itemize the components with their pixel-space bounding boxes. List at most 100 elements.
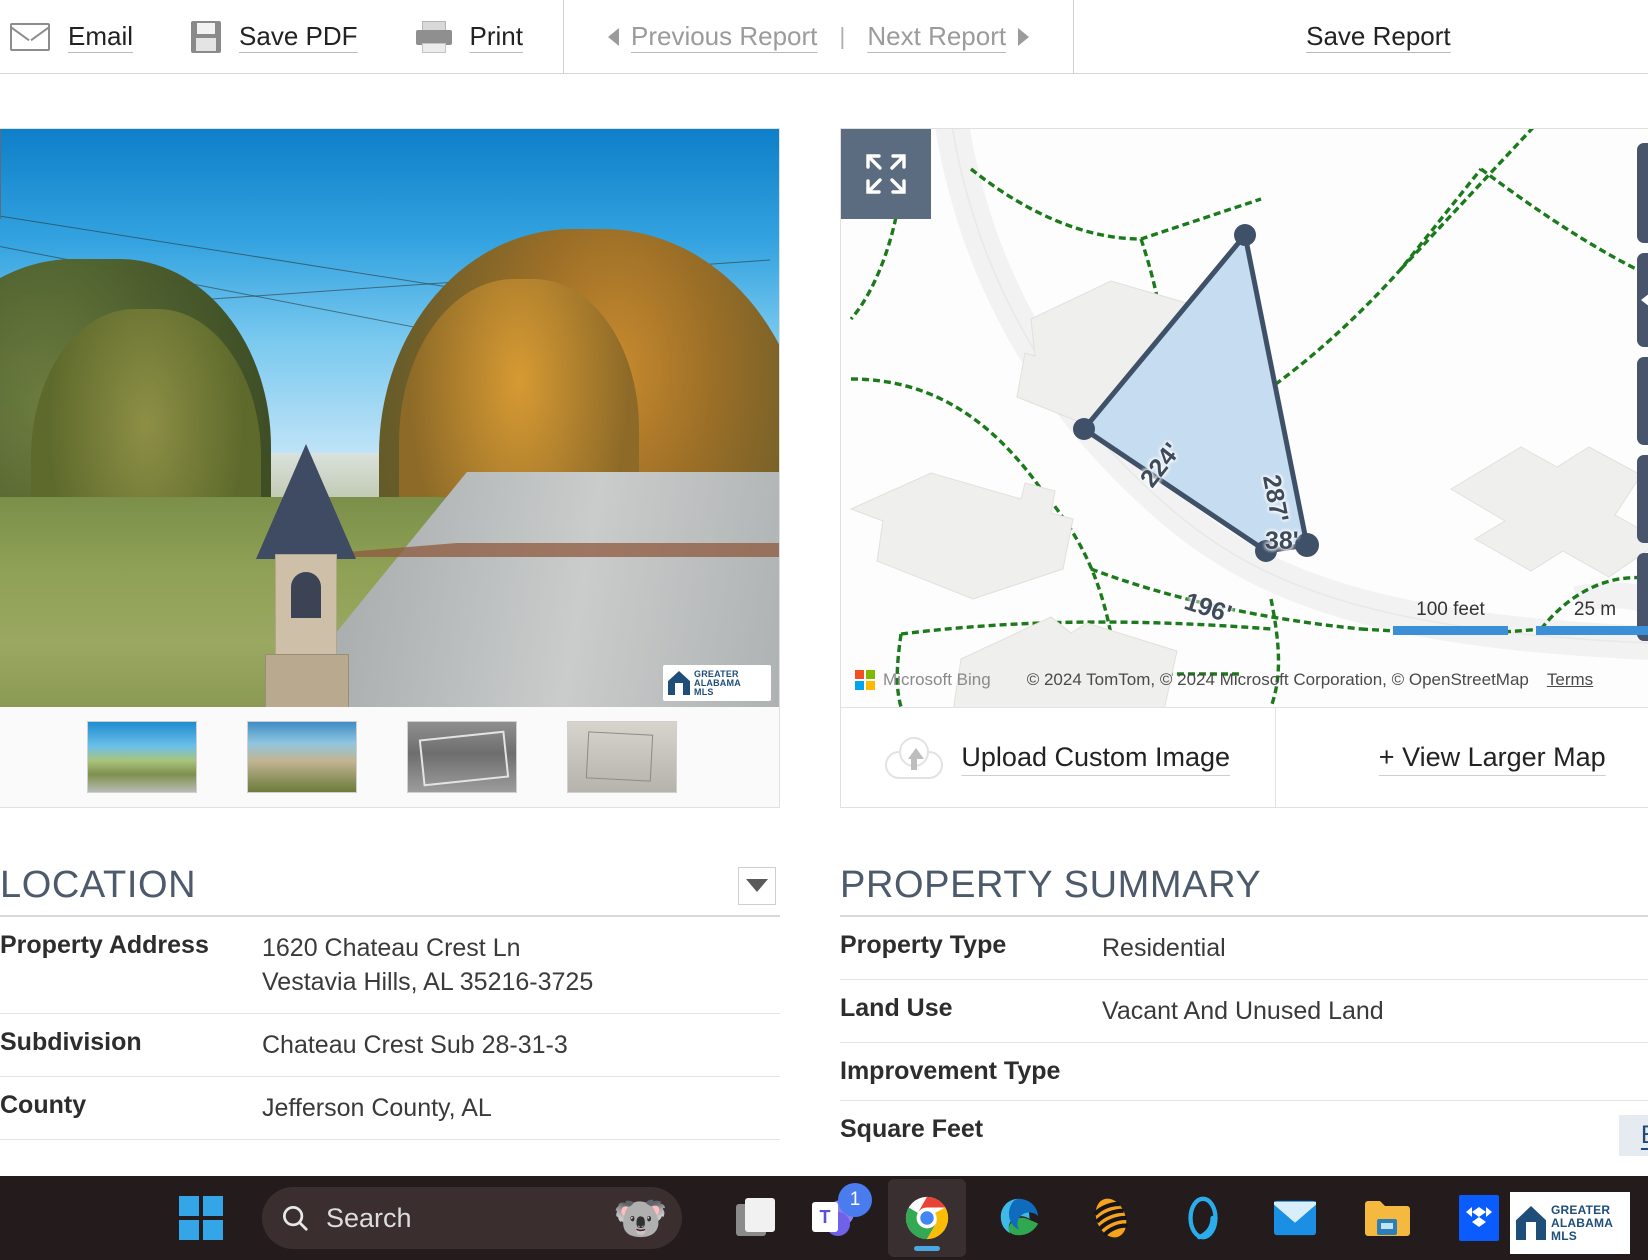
map-action-bar: Upload Custom Image + View Larger Map [841,707,1648,807]
google-chrome-icon[interactable] [888,1179,966,1257]
task-view-icon [736,1198,778,1238]
row-value-property-type: Residential [1102,931,1226,965]
watermark-line-3: MLS [694,688,741,697]
microsoft-teams-icon[interactable]: T 1 [796,1179,874,1257]
upload-custom-image-label: Upload Custom Image [961,742,1230,773]
row-value-property-address: 1620 Chateau Crest Ln Vestavia Hills, AL… [262,931,593,999]
mls-logo-line-3: MLS [1551,1230,1613,1243]
table-row: County Jefferson County, AL [0,1077,780,1140]
photo-entrance-monument [251,444,361,694]
previous-report-label: Previous Report [631,21,817,52]
file-explorer-icon[interactable] [1348,1179,1426,1257]
property-summary-title: PROPERTY SUMMARY [840,864,1261,907]
print-button[interactable]: Print [416,21,523,53]
email-button[interactable]: Email [10,21,133,52]
thumbnail-aerial-plat[interactable] [407,721,517,793]
parcel-label-38: 38' [1265,527,1299,556]
report-navigation-group: Previous Report | Next Report [564,0,1074,74]
scale-metric: 25 m [1536,599,1648,635]
thumbnail-survey-document[interactable] [567,721,677,793]
koala-sticker-icon: 🐨 [613,1191,668,1247]
map-controls: + N [1637,143,1648,641]
next-report-button[interactable]: Next Report [867,21,1029,52]
edit-square-feet-button[interactable]: Edit [1619,1115,1648,1156]
scale-imperial-label: 100 feet [1393,599,1508,621]
mls-taskbar-logo: GREATER ALABAMA MLS [1510,1192,1630,1254]
map-expand-button[interactable] [841,129,931,219]
mls-house-icon [668,671,690,695]
zoom-controls: + [1637,143,1648,243]
scale-imperial: 100 feet [1393,599,1508,635]
scale-metric-label: 25 m [1536,599,1648,621]
dropbox-icon[interactable] [1440,1179,1518,1257]
mls-house-icon [1516,1206,1546,1240]
report-content: GREATER ALABAMA MLS [0,74,1648,1176]
task-view-button[interactable] [718,1179,796,1257]
row-label-improvement-type: Improvement Type [840,1057,1102,1086]
microsoft-edge-icon[interactable] [980,1179,1058,1257]
row-label-property-type: Property Type [840,931,1102,960]
map-attribution: Microsoft Bing © 2024 TomTom, © 2024 Mic… [855,670,1593,690]
thumbnail-entrance-gate[interactable] [247,721,357,793]
print-label: Print [470,21,523,52]
map-scale-bar: 100 feet 25 m [1393,599,1648,635]
search-input[interactable]: Search 🐨 [262,1187,682,1249]
toolbar-actions-group: Email Save PDF Print [0,0,564,74]
location-collapse-button[interactable] [738,867,776,905]
bing-logo-icon [855,670,875,690]
floppy-disk-icon [191,21,221,53]
view-larger-map-label: + View Larger Map [1379,742,1606,773]
table-row: Square Feet Edit [840,1101,1648,1170]
chevron-down-icon [746,879,768,892]
zoom-icon[interactable] [1164,1179,1242,1257]
next-report-label: Next Report [867,21,1006,52]
table-row: Property Address 1620 Chateau Crest Ln V… [0,917,780,1014]
compass-control[interactable]: N [1637,253,1648,347]
search-icon [280,1203,310,1233]
jira-icon[interactable] [1072,1179,1150,1257]
parcel-map[interactable]: 224' 287' 196' 38' Royal + [841,129,1648,707]
row-value-subdivision: Chateau Crest Sub 28-31-3 [262,1028,568,1062]
row-label-square-feet: Square Feet [840,1115,1102,1144]
email-label: Email [68,21,133,52]
location-section: LOCATION Property Address 1620 Chateau C… [0,864,780,1140]
photo-expand-button[interactable] [0,129,1,219]
save-report-button[interactable]: Save Report [1306,21,1451,52]
table-row: Land Use Vacant And Unused Land [840,980,1648,1043]
start-button[interactable] [162,1179,240,1257]
draw-area-button[interactable] [1637,455,1648,543]
view-larger-map-button[interactable]: + View Larger Map [1275,708,1648,808]
attribution-text: © 2024 TomTom, © 2024 Microsoft Corporat… [1027,670,1529,690]
taskbar-items: Search 🐨 T 1 [162,1179,1610,1257]
search-placeholder: Search [326,1203,412,1234]
printer-icon [416,21,452,53]
property-photo[interactable]: GREATER ALABAMA MLS [0,129,779,707]
property-summary-section: PROPERTY SUMMARY Property Type Residenti… [840,864,1648,1170]
pan-left-icon[interactable] [1641,293,1648,307]
table-row: Property Type Residential [840,917,1648,980]
windows-taskbar: Search 🐨 T 1 [0,1176,1648,1260]
upload-custom-image-button[interactable]: Upload Custom Image [841,708,1275,808]
report-toolbar: Email Save PDF Print Previous Report | N… [0,0,1648,74]
table-row: Subdivision Chateau Crest Sub 28-31-3 [0,1014,780,1077]
thumbnail-street-view[interactable] [87,721,197,793]
row-label-subdivision: Subdivision [0,1028,262,1057]
teams-badge: 1 [838,1183,872,1217]
table-row: Improvement Type [840,1043,1648,1101]
property-photo-panel: GREATER ALABAMA MLS [0,128,780,808]
row-label-county: County [0,1091,262,1120]
location-section-header: LOCATION [0,864,780,917]
save-pdf-button[interactable]: Save PDF [191,21,358,53]
attribution-terms-link[interactable]: Terms [1547,670,1593,690]
address-line-1: 1620 Chateau Crest Ln [262,934,521,962]
property-summary-section-header: PROPERTY SUMMARY [840,864,1648,917]
previous-report-button[interactable]: Previous Report [608,21,817,52]
nav-separator: | [839,23,845,50]
save-pdf-label: Save PDF [239,21,358,52]
attribution-provider: Microsoft Bing [883,670,991,690]
row-label-property-address: Property Address [0,931,262,960]
row-value-county: Jefferson County, AL [262,1091,492,1125]
mail-icon[interactable] [1256,1179,1334,1257]
map-settings-button[interactable] [1637,357,1648,445]
cloud-upload-icon [885,737,943,779]
